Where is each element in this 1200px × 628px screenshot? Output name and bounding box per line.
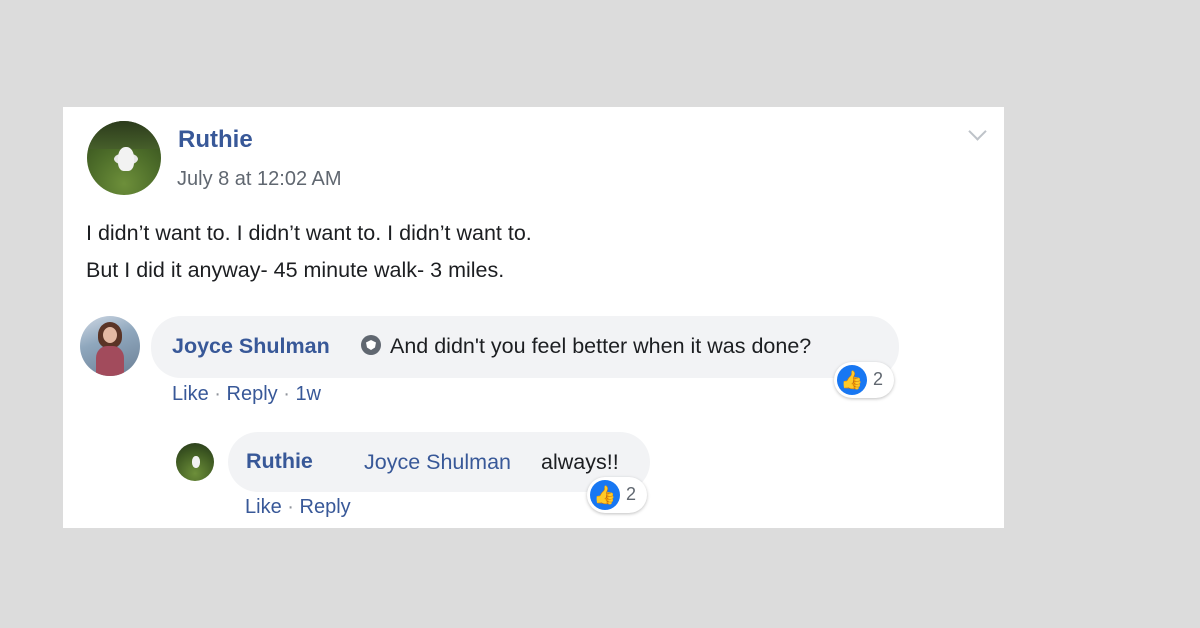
like-link[interactable]: Like — [172, 383, 209, 405]
comment-author-avatar[interactable] — [80, 316, 140, 376]
thumbs-up-icon: 👍 — [837, 365, 867, 395]
separator: · — [283, 383, 290, 405]
post-author-name[interactable]: Ruthie — [178, 126, 253, 154]
reaction-summary[interactable]: 👍 2 — [834, 362, 894, 398]
separator: · — [214, 383, 221, 405]
post-author-avatar[interactable] — [87, 121, 161, 195]
post-body: I didn’t want to. I didn’t want to. I di… — [86, 215, 532, 289]
reply-text: always!! — [541, 450, 619, 474]
chevron-down-icon[interactable] — [968, 122, 987, 141]
comment-text: And didn't you feel better when it was d… — [390, 334, 812, 358]
separator: · — [287, 496, 294, 518]
reply-link[interactable]: Reply — [227, 383, 278, 405]
reply-link[interactable]: Reply — [300, 496, 351, 518]
reply-actions: Like · Reply — [245, 496, 351, 519]
comment-age[interactable]: 1w — [295, 383, 321, 405]
post-line: But I did it anyway- 45 minute walk- 3 m… — [86, 258, 505, 282]
thumbs-up-icon: 👍 — [590, 480, 620, 510]
post-line: I didn’t want to. I didn’t want to. I di… — [86, 221, 532, 245]
reaction-count: 2 — [626, 484, 637, 504]
reply-author-name[interactable]: Ruthie — [246, 449, 313, 474]
reaction-summary[interactable]: 👍 2 — [587, 477, 647, 513]
post-card: Ruthie July 8 at 12:02 AM I didn’t want … — [63, 107, 1004, 528]
like-link[interactable]: Like — [245, 496, 282, 518]
reply-author-avatar[interactable] — [176, 443, 214, 481]
reply-mention[interactable]: Joyce Shulman — [364, 450, 511, 475]
comment-author-name[interactable]: Joyce Shulman — [172, 334, 330, 359]
shield-badge-icon — [361, 335, 381, 355]
post-timestamp[interactable]: July 8 at 12:02 AM — [177, 168, 342, 191]
comment-actions: Like · Reply · 1w — [172, 383, 321, 406]
reaction-count: 2 — [873, 369, 884, 389]
